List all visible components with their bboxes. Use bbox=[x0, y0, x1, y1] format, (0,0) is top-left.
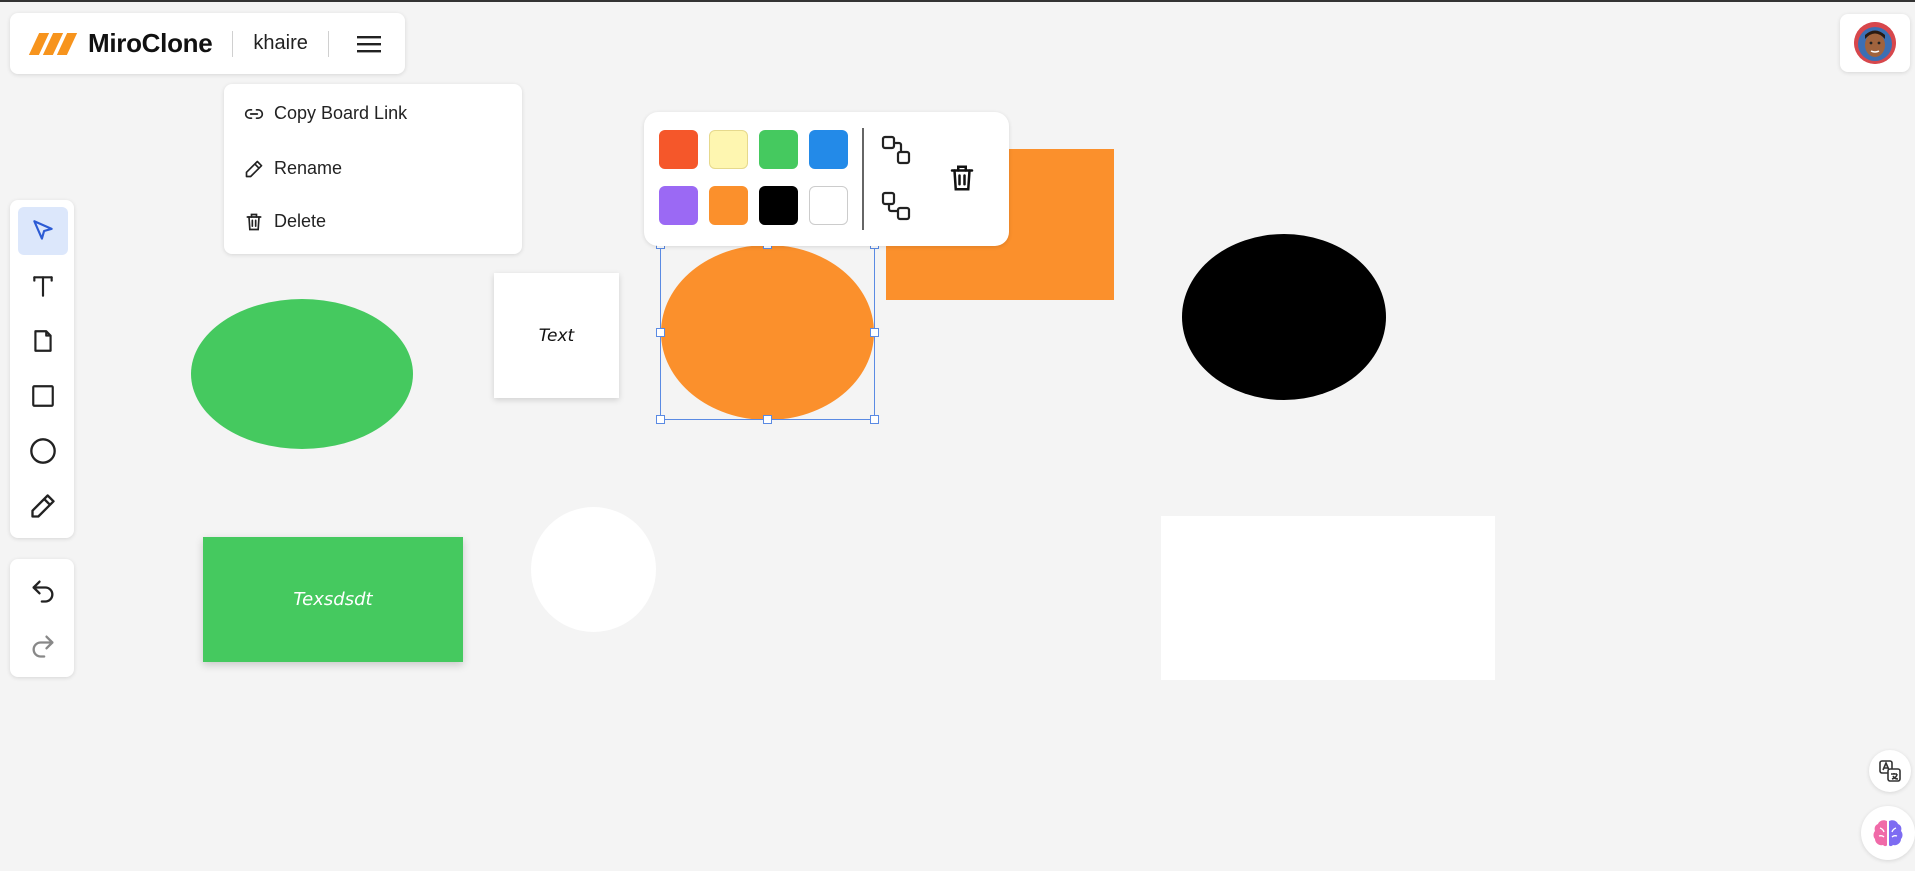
color-swatch-yellow[interactable] bbox=[709, 130, 748, 169]
bring-to-front-icon bbox=[881, 135, 911, 165]
color-palette bbox=[644, 112, 1009, 246]
redo-icon bbox=[32, 635, 54, 658]
menu-item-label: Delete bbox=[274, 211, 327, 231]
black-ellipse[interactable] bbox=[1182, 234, 1386, 400]
bring-to-front-button[interactable] bbox=[878, 132, 914, 168]
trash-icon bbox=[246, 213, 262, 230]
link-icon bbox=[244, 108, 264, 119]
delete-icon bbox=[950, 165, 974, 191]
select-icon bbox=[33, 220, 53, 240]
text-note[interactable]: Text bbox=[494, 273, 619, 398]
color-swatch-green[interactable] bbox=[759, 130, 798, 169]
color-swatch-black[interactable] bbox=[759, 186, 798, 225]
miroclone-logo bbox=[28, 32, 78, 55]
resize-handle[interactable] bbox=[656, 328, 665, 337]
menu-item-delete[interactable]: Delete bbox=[244, 211, 326, 232]
resize-handle[interactable] bbox=[870, 415, 879, 424]
divider bbox=[327, 30, 329, 57]
send-to-back-button[interactable] bbox=[878, 188, 914, 224]
green-ellipse[interactable] bbox=[191, 299, 413, 449]
ai-assistant-button[interactable] bbox=[1861, 806, 1915, 860]
palette-divider bbox=[862, 128, 864, 230]
green-rectangle[interactable]: Texsdsdt bbox=[203, 537, 463, 662]
undo-button[interactable] bbox=[18, 567, 68, 615]
selection-box bbox=[656, 240, 879, 424]
hamburger-icon bbox=[356, 35, 381, 52]
pencil-icon bbox=[245, 160, 263, 177]
white-rectangle[interactable] bbox=[1161, 516, 1495, 680]
delete-shape-button[interactable] bbox=[944, 160, 980, 196]
menu-item-label: Rename bbox=[274, 158, 343, 178]
resize-handle[interactable] bbox=[870, 328, 879, 337]
ellipse-tool[interactable] bbox=[18, 427, 68, 475]
color-swatch-white[interactable] bbox=[809, 186, 848, 225]
brain-icon bbox=[1873, 820, 1903, 847]
avatar[interactable] bbox=[1854, 22, 1896, 64]
text-tool[interactable] bbox=[18, 262, 68, 310]
color-swatch-purple[interactable] bbox=[659, 186, 698, 225]
menu-item-copy-link[interactable]: Copy Board Link bbox=[244, 103, 407, 124]
translate-button[interactable] bbox=[1869, 750, 1911, 792]
redo-button[interactable] bbox=[18, 622, 68, 670]
rectangle-icon bbox=[32, 385, 54, 407]
rectangle-tool[interactable] bbox=[18, 372, 68, 420]
sticky-note-tool[interactable] bbox=[18, 317, 68, 365]
green-rectangle-label: Texsdsdt bbox=[293, 589, 373, 610]
board-menu: Copy Board Link Rename Delete bbox=[224, 84, 522, 254]
menu-button[interactable] bbox=[349, 24, 389, 64]
board-name[interactable]: khaire bbox=[253, 32, 307, 55]
user-panel bbox=[1840, 14, 1910, 72]
user-avatar-icon bbox=[1854, 22, 1896, 64]
resize-handle[interactable] bbox=[763, 415, 772, 424]
history-bar bbox=[10, 559, 74, 677]
board-header: MiroClone khaire bbox=[10, 13, 405, 74]
menu-item-label: Copy Board Link bbox=[274, 103, 408, 123]
menu-item-rename[interactable]: Rename bbox=[244, 158, 342, 179]
text-icon bbox=[33, 276, 53, 297]
pencil-icon bbox=[31, 494, 55, 518]
pencil-tool[interactable] bbox=[18, 482, 68, 530]
sticky-note-icon bbox=[34, 330, 52, 352]
color-swatch-orange[interactable] bbox=[709, 186, 748, 225]
text-note-label: Text bbox=[538, 325, 575, 346]
color-swatch-red-orange[interactable] bbox=[659, 130, 698, 169]
color-swatch-blue[interactable] bbox=[809, 130, 848, 169]
select-tool[interactable] bbox=[18, 207, 68, 255]
resize-handle[interactable] bbox=[656, 415, 665, 424]
tool-bar bbox=[10, 200, 74, 538]
translate-icon bbox=[1879, 760, 1901, 782]
white-circle[interactable] bbox=[531, 507, 656, 632]
undo-icon bbox=[32, 580, 54, 603]
divider bbox=[232, 30, 234, 57]
app-title: MiroClone bbox=[88, 28, 213, 58]
ellipse-icon bbox=[30, 438, 56, 464]
send-to-back-icon bbox=[881, 191, 911, 221]
